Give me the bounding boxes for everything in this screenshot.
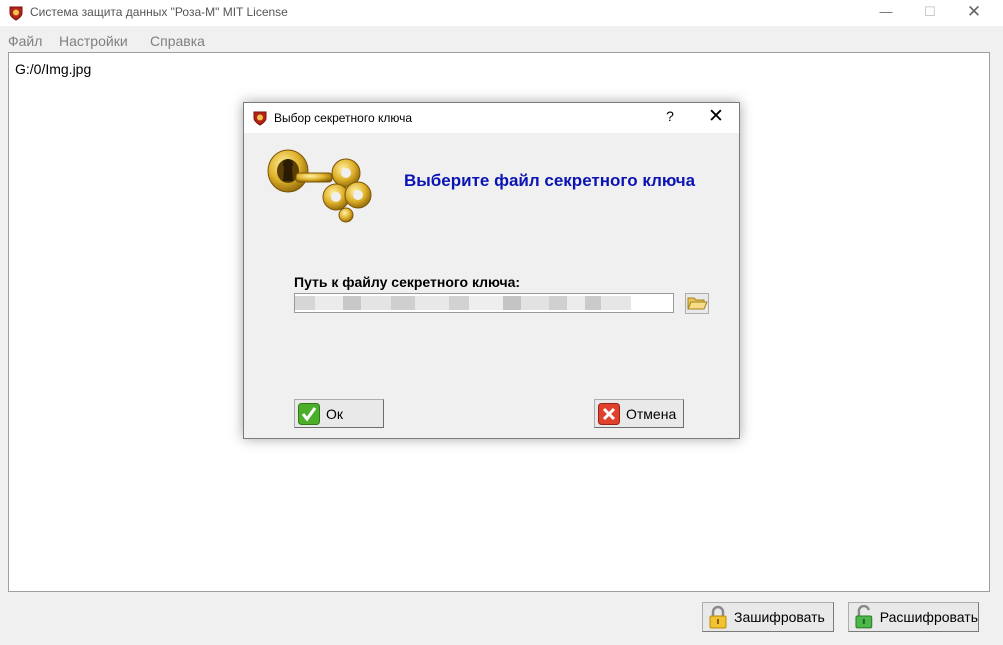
cancel-label: Отмена bbox=[626, 405, 677, 422]
blurred-text bbox=[521, 296, 549, 310]
minimize-button[interactable]: — bbox=[864, 0, 908, 26]
blurred-text bbox=[567, 296, 585, 310]
encrypt-button[interactable]: Зашифровать bbox=[702, 602, 834, 632]
dialog-heading: Выберите файл секретного ключа bbox=[404, 171, 696, 190]
ok-label: Ок bbox=[326, 405, 344, 422]
blurred-text bbox=[415, 296, 449, 310]
close-button[interactable]: ✕ bbox=[952, 0, 996, 26]
blurred-text bbox=[315, 296, 343, 310]
ok-button[interactable]: Ок bbox=[294, 399, 384, 428]
window-titlebar[interactable]: Система защита данных "Роза-М" MIT Licen… bbox=[0, 0, 1003, 26]
blurred-text bbox=[469, 296, 503, 310]
unlocked-padlock-icon bbox=[855, 605, 873, 629]
menu-help[interactable]: Справка bbox=[150, 33, 205, 49]
decrypt-label: Расшифровать bbox=[879, 609, 978, 625]
cancel-button[interactable]: Отмена bbox=[594, 399, 684, 428]
file-path-entry: G:/0/Img.jpg bbox=[15, 61, 92, 77]
blurred-text bbox=[449, 296, 469, 310]
golden-key-keyhole-icon bbox=[267, 149, 372, 223]
key-path-input[interactable] bbox=[294, 293, 674, 313]
blurred-text bbox=[343, 296, 361, 310]
blurred-text bbox=[503, 296, 521, 310]
rose-shield-icon bbox=[9, 6, 23, 21]
menu-settings[interactable]: Настройки bbox=[59, 33, 128, 49]
encrypt-label: Зашифровать bbox=[734, 609, 825, 625]
key-path-label: Путь к файлу секретного ключа: bbox=[294, 274, 521, 290]
blurred-text bbox=[361, 296, 391, 310]
dialog-title: Выбор секретного ключа bbox=[274, 111, 413, 125]
blurred-text bbox=[295, 296, 315, 310]
dialog-titlebar[interactable]: Выбор секретного ключа ? ✕ bbox=[244, 103, 739, 133]
menu-file[interactable]: Файл bbox=[8, 33, 42, 49]
blurred-text bbox=[585, 296, 601, 310]
browse-button[interactable] bbox=[685, 293, 709, 314]
rose-shield-icon bbox=[253, 111, 267, 126]
select-key-dialog: Выбор секретного ключа ? ✕ Выберите файл… bbox=[243, 102, 740, 439]
window-title: Система защита данных "Роза-М" MIT Licen… bbox=[30, 5, 288, 19]
blurred-text bbox=[601, 296, 631, 310]
dialog-close-button[interactable]: ✕ bbox=[706, 105, 726, 128]
decrypt-button[interactable]: Расшифровать bbox=[848, 602, 979, 632]
maximize-button[interactable]: ☐ bbox=[908, 0, 952, 26]
checkmark-icon bbox=[298, 402, 320, 425]
help-button[interactable]: ? bbox=[662, 108, 678, 124]
locked-padlock-icon bbox=[709, 605, 727, 629]
cross-icon bbox=[598, 402, 620, 425]
blurred-text bbox=[549, 296, 567, 310]
folder-open-icon bbox=[687, 297, 708, 310]
blurred-text bbox=[391, 296, 415, 310]
